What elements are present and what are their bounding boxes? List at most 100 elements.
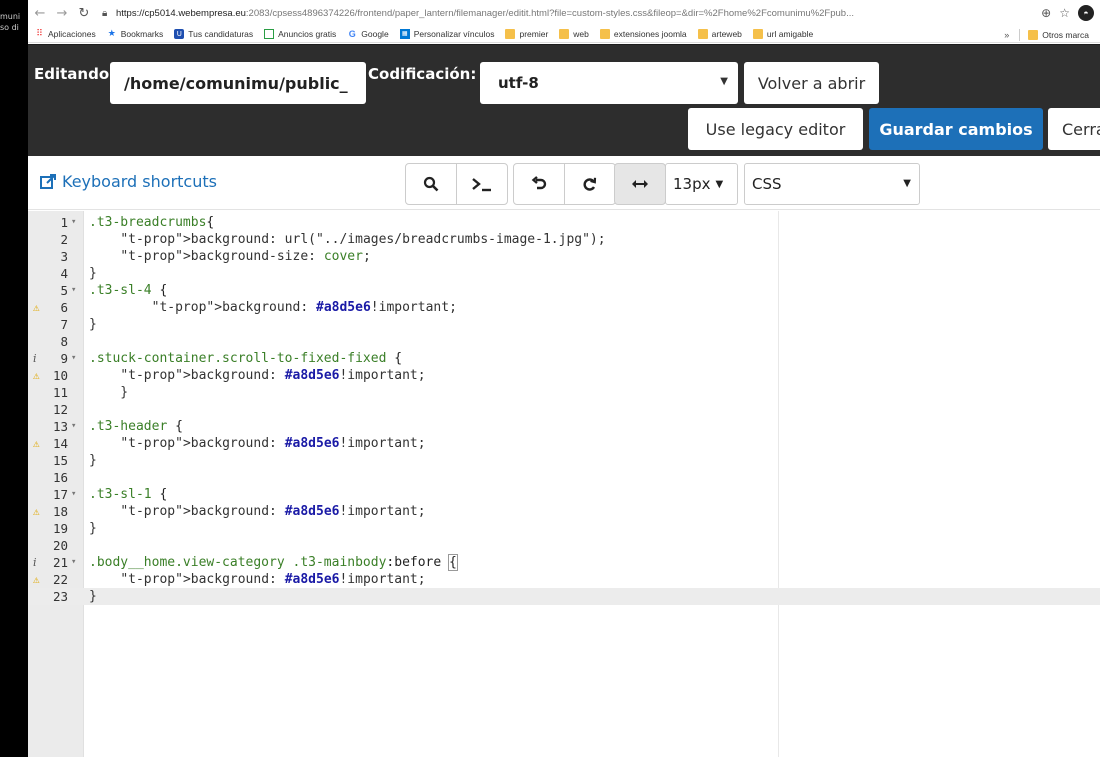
code-line[interactable]: 1 ▾ .t3-breadcrumbs{: [28, 214, 1100, 231]
fold-toggle-icon[interactable]: ▾: [71, 486, 76, 503]
close-button[interactable]: Cerra: [1048, 108, 1100, 150]
wrap-toggle-button[interactable]: [614, 163, 666, 205]
syntax-mode-select[interactable]: CSS ▼: [744, 163, 920, 205]
code-line[interactable]: 11 }: [28, 384, 1100, 401]
code-line[interactable]: 13 ▾ .t3-header {: [28, 418, 1100, 435]
search-button[interactable]: [405, 163, 457, 205]
bookmark-item[interactable]: G Google: [347, 29, 389, 39]
bookmark-item[interactable]: ⠿ Aplicaciones: [34, 29, 96, 39]
goto-line-button[interactable]: [456, 163, 508, 205]
dropdown-arrow-icon: ▼: [903, 178, 911, 189]
keyboard-shortcuts-label: Keyboard shortcuts: [62, 172, 217, 191]
bookmark-item[interactable]: url amigable: [752, 29, 813, 39]
dropdown-arrow-icon: ▼: [715, 178, 724, 190]
fold-toggle-icon[interactable]: ▾: [71, 282, 76, 299]
code-line[interactable]: 14 ⚠ "t-prop">background: #a8d5e6!importa…: [28, 435, 1100, 452]
code-line[interactable]: 20: [28, 537, 1100, 554]
fold-toggle-icon[interactable]: ▾: [71, 350, 76, 367]
warning-icon[interactable]: ⚠: [33, 435, 40, 452]
warning-icon[interactable]: ⚠: [33, 367, 40, 384]
external-edit-icon: [40, 173, 56, 189]
fold-toggle-icon[interactable]: ▾: [71, 418, 76, 435]
editing-label: Editando:: [34, 65, 116, 83]
code-editor[interactable]: 1 ▾ .t3-breadcrumbs{2 "t-prop">background:…: [28, 211, 1100, 757]
bookmark-star-icon[interactable]: ☆: [1059, 6, 1070, 20]
folder-icon: [559, 29, 570, 39]
reopen-button[interactable]: Volver a abrir: [744, 62, 879, 104]
code-line[interactable]: 17 ▾ .t3-sl-1 {: [28, 486, 1100, 503]
undo-button[interactable]: [513, 163, 565, 205]
code-line[interactable]: 16: [28, 469, 1100, 486]
url-field[interactable]: https://cp5014.webempresa.eu:2083/cpsess…: [116, 8, 971, 19]
encoding-select[interactable]: utf-8 ▼: [480, 62, 738, 104]
save-changes-button[interactable]: Guardar cambios: [869, 108, 1043, 150]
personalizar-icon: ▦: [399, 29, 410, 39]
code-line[interactable]: 12: [28, 401, 1100, 418]
info-icon[interactable]: i: [33, 350, 37, 367]
code-line[interactable]: 2 "t-prop">background: url("../images/br…: [28, 231, 1100, 248]
code-text: }: [89, 385, 129, 400]
code-line[interactable]: 9 ▾ i .stuck-container.scroll-to-fixed-fixe…: [28, 350, 1100, 367]
warning-icon[interactable]: ⚠: [33, 299, 40, 316]
redo-button[interactable]: [564, 163, 616, 205]
bookmark-item[interactable]: extensiones joomla: [599, 29, 687, 39]
bookmark-item[interactable]: ★ Bookmarks: [107, 29, 164, 39]
code-text: }: [89, 266, 97, 281]
lock-icon[interactable]: 🔒︎: [102, 8, 116, 19]
bookmark-item[interactable]: ▦ Personalizar vínculos: [399, 29, 494, 39]
bookmark-item[interactable]: Anuncios gratis: [264, 29, 336, 39]
line-number: 11: [52, 385, 68, 400]
bookmarks-more-button[interactable]: »: [1004, 30, 1009, 40]
code-line[interactable]: 4}: [28, 265, 1100, 282]
bookmark-item[interactable]: U Tus candidaturas: [174, 29, 253, 39]
code-line[interactable]: 23}: [28, 588, 1100, 605]
undo-icon: [531, 176, 547, 190]
code-text: }: [89, 521, 97, 536]
fold-toggle-icon[interactable]: ▾: [71, 214, 76, 231]
code-line[interactable]: 15}: [28, 452, 1100, 469]
code-text: }: [89, 317, 97, 332]
code-line[interactable]: 10 ⚠ "t-prop">background: #a8d5e6!importa…: [28, 367, 1100, 384]
other-bookmarks-folder[interactable]: Otros marca: [1028, 29, 1089, 40]
line-number: 5: [60, 283, 68, 298]
reload-icon[interactable]: ↻: [74, 3, 94, 23]
file-path-field[interactable]: /home/comunimu/public_: [110, 62, 366, 104]
search-icon: [423, 176, 439, 192]
legacy-editor-button[interactable]: Use legacy editor: [688, 108, 863, 150]
file-editor-header: Editando: /home/comunimu/public_ Codific…: [28, 44, 1100, 156]
line-number: 19: [52, 521, 68, 536]
code-line[interactable]: 18 ⚠ "t-prop">background: #a8d5e6!importa…: [28, 503, 1100, 520]
forward-icon[interactable]: →: [52, 3, 72, 23]
bookmark-item[interactable]: web: [559, 29, 589, 39]
info-icon[interactable]: i: [33, 554, 37, 571]
bookmark-label: Tus candidaturas: [188, 29, 254, 39]
warning-icon[interactable]: ⚠: [33, 503, 40, 520]
dropdown-arrow-icon: ▼: [720, 76, 728, 87]
bookmarks-overflow: » Otros marca: [1004, 26, 1100, 43]
code-line[interactable]: 21 ▾ i .body__home.view-category .t3-mainbo…: [28, 554, 1100, 571]
warning-icon[interactable]: ⚠: [33, 571, 40, 588]
encoding-value: utf-8: [498, 74, 539, 92]
anuncios-icon: [264, 29, 275, 39]
code-line[interactable]: 7}: [28, 316, 1100, 333]
bookmark-item[interactable]: premier: [505, 29, 548, 39]
code-line[interactable]: 8: [28, 333, 1100, 350]
code-line[interactable]: 3 "t-prop">background-size: cover;: [28, 248, 1100, 265]
line-number: 20: [52, 538, 68, 553]
zoom-icon[interactable]: ⊕: [1041, 6, 1051, 20]
font-size-select[interactable]: 13px ▼: [665, 163, 738, 205]
fold-toggle-icon[interactable]: ▾: [71, 554, 76, 571]
font-size-value: 13px: [673, 175, 711, 193]
back-icon[interactable]: ←: [30, 3, 50, 23]
bookmark-item[interactable]: arteweb: [697, 29, 742, 39]
keyboard-shortcuts-link[interactable]: Keyboard shortcuts: [40, 172, 217, 191]
folder-icon: [697, 29, 708, 39]
editor-toolbar: Keyboard shortcuts 13px ▼ CSS ▼: [28, 156, 1100, 210]
code-text: .t3-breadcrumbs{: [89, 215, 215, 230]
code-text: "t-prop">background-size: cover;: [120, 249, 371, 264]
code-line[interactable]: 19}: [28, 520, 1100, 537]
extension-icon[interactable]: ◓: [1078, 5, 1094, 21]
code-line[interactable]: 6 ⚠ "t-prop">background: #a8d5e6!importan…: [28, 299, 1100, 316]
code-line[interactable]: 22 ⚠ "t-prop">background: #a8d5e6!importa…: [28, 571, 1100, 588]
code-line[interactable]: 5 ▾ .t3-sl-4 {: [28, 282, 1100, 299]
